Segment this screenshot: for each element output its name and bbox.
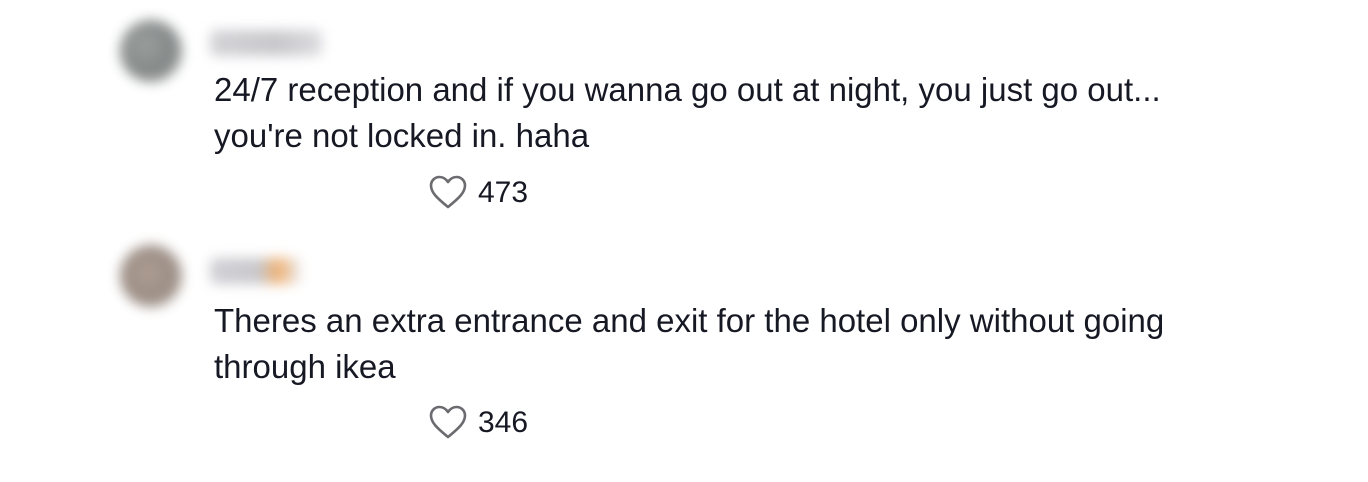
avatar[interactable] [120,20,182,82]
username-blurred[interactable] [210,30,322,56]
username-blurred[interactable] [210,258,300,284]
like-button[interactable]: 346 [428,403,528,443]
avatar[interactable] [120,245,182,307]
heart-icon[interactable] [428,403,468,443]
heart-icon[interactable] [428,173,468,213]
like-count: 346 [478,406,529,439]
like-button[interactable]: 473 [428,173,528,213]
like-count: 473 [478,176,529,209]
comment-text: Theres an extra entrance and exit for th… [214,302,1165,385]
comment-text: 24/7 reception and if you wanna go out a… [214,71,1161,154]
